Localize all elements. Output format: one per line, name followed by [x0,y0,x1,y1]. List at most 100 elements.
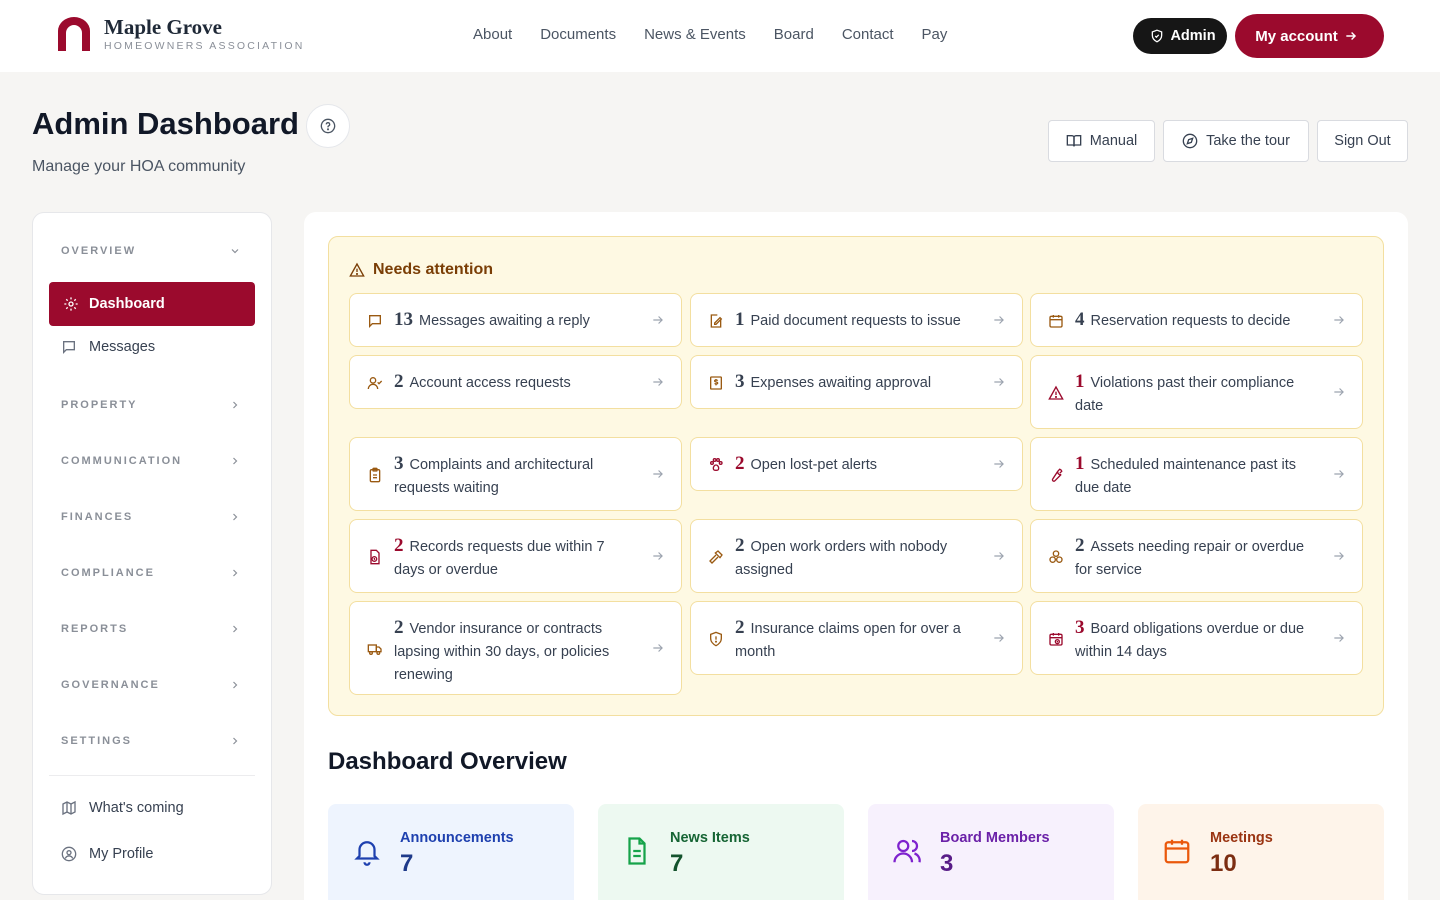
chevron-down-icon [231,249,239,254]
chevron-right-icon [233,457,238,465]
section-label: COMPLIANCE [61,567,155,579]
arch-logo-icon [58,17,90,51]
attention-label: Scheduled maintenance past its due date [1075,457,1297,496]
nav-about[interactable]: About [473,26,512,43]
shield-icon [1152,29,1163,43]
attention-count: 13 [394,309,413,330]
arrow-right-icon [653,316,663,324]
attention-count: 2 [735,617,745,638]
dashboard-overview-title: Dashboard Overview [328,748,567,775]
sidebar-item-label: Dashboard [89,296,165,312]
sidebar-item-my-profile[interactable]: My Profile [61,846,153,862]
chevron-right-icon [233,513,238,521]
attention-card-account-access[interactable]: 2 Account access requests [349,355,682,409]
attention-card-maintenance[interactable]: 1 Scheduled maintenance past its due date [1030,437,1363,511]
arrow-right-icon [1334,634,1344,642]
attention-count: 1 [1075,371,1085,392]
nav-documents[interactable]: Documents [540,26,616,43]
sidebar-item-whats-coming[interactable]: What's coming [61,800,184,816]
brand-logo-link[interactable]: Maple Grove HOMEOWNERS ASSOCIATION [56,16,304,52]
arrow-right-icon [994,378,1004,386]
attention-card-lost-pets[interactable]: 2 Open lost-pet alerts [690,437,1023,491]
chevron-right-icon [233,569,238,577]
attention-label: Vendor insurance or contracts lapsing wi… [394,621,610,683]
nav-contact[interactable]: Contact [842,26,894,43]
attention-card-board-obligations[interactable]: 3 Board obligations overdue or due within… [1030,601,1363,675]
section-label: SETTINGS [61,735,133,747]
sidebar-section-property[interactable]: PROPERTY [61,399,241,411]
attention-label: Complaints and architectural requests wa… [394,457,594,496]
stat-card-board-members[interactable]: Board Members 3 [868,804,1114,900]
attention-card-document-requests[interactable]: 1 Paid document requests to issue [690,293,1023,347]
sidebar-section-reports[interactable]: REPORTS [61,623,241,635]
compass-icon [1182,133,1198,149]
sidebar-section-compliance[interactable]: COMPLIANCE [61,567,241,579]
attention-label: Account access requests [409,375,571,391]
nav-pay[interactable]: Pay [922,26,948,43]
stat-card-news-items[interactable]: News Items 7 [598,804,844,900]
sidebar-section-communication[interactable]: COMMUNICATION [61,455,241,467]
sidebar-section-governance[interactable]: GOVERNANCE [61,679,241,691]
attention-count: 3 [394,453,404,474]
sidebar-section-settings[interactable]: SETTINGS [61,735,241,747]
attention-card-reservations[interactable]: 4 Reservation requests to decide [1030,293,1363,347]
attention-count: 1 [1075,453,1085,474]
warning-icon [349,262,365,277]
arrow-right-icon [994,316,1004,324]
my-account-button[interactable]: My account [1235,14,1384,58]
wrench-icon [1051,468,1063,482]
nav-news-events[interactable]: News & Events [644,26,746,43]
nav-board[interactable]: Board [774,26,814,43]
attention-label: Reservation requests to decide [1090,313,1291,329]
calendar-clock-icon [1049,633,1063,646]
attention-card-insurance-claims[interactable]: 2 Insurance claims open for over a month [690,601,1023,675]
stat-label: Board Members [940,830,1050,846]
stat-card-announcements[interactable]: Announcements 7 [328,804,574,900]
paw-icon [710,458,723,472]
sidebar-item-dashboard[interactable]: Dashboard [49,282,255,326]
sidebar-section-finances[interactable]: FINANCES [61,511,241,523]
arrow-right-icon [994,460,1004,468]
admin-button[interactable]: Admin [1133,18,1227,54]
users-icon [893,839,921,863]
attention-card-expenses[interactable]: 3 Expenses awaiting approval [690,355,1023,409]
stat-value: 7 [670,850,684,877]
attention-card-work-orders[interactable]: 2 Open work orders with nobody assigned [690,519,1023,593]
sidebar-section-overview[interactable]: OVERVIEW [61,245,241,257]
gear-icon [64,297,78,311]
attention-label: Messages awaiting a reply [419,313,590,329]
sidebar-item-label: My Profile [89,846,154,862]
attention-card-vendor-insurance[interactable]: 2 Vendor insurance or contracts lapsing w… [349,601,682,695]
manual-button[interactable]: Manual [1048,120,1155,162]
help-button[interactable] [306,104,350,148]
arrow-right-icon [1334,388,1344,396]
attention-card-messages[interactable]: 13 Messages awaiting a reply [349,293,682,347]
admin-button-label: Admin [1170,28,1216,44]
main-nav: About Documents News & Events Board Cont… [473,26,975,43]
arrow-right-icon [653,470,663,478]
chevron-right-icon [233,681,238,689]
attention-count: 2 [394,371,404,392]
attention-count: 3 [1075,617,1085,638]
attention-card-complaints[interactable]: 3 Complaints and architectural requests w… [349,437,682,511]
stat-label: News Items [670,830,750,846]
arrow-right-icon [653,644,663,652]
page-title: Admin Dashboard [32,106,299,141]
attention-card-violations[interactable]: 1 Violations past their compliance date [1030,355,1363,429]
attention-card-records-requests[interactable]: 2 Records requests due within 7 days or o… [349,519,682,593]
attention-card-assets[interactable]: 2 Assets needing repair or overdue for se… [1030,519,1363,593]
take-tour-button[interactable]: Take the tour [1163,120,1309,162]
attention-label: Violations past their compliance date [1075,375,1295,414]
arrow-right-icon [653,378,663,386]
chevron-right-icon [233,401,238,409]
shield-alert-icon [710,631,722,647]
arrow-right-icon [1346,32,1356,40]
sign-out-button[interactable]: Sign Out [1317,120,1408,162]
attention-count: 2 [735,535,745,556]
chevron-right-icon [233,737,238,745]
attention-label: Assets needing repair or overdue for ser… [1075,539,1305,578]
stat-card-meetings[interactable]: Meetings 10 [1138,804,1384,900]
section-label: OVERVIEW [61,245,137,257]
stat-value: 7 [400,850,414,877]
sidebar-item-messages[interactable]: Messages [61,339,155,355]
